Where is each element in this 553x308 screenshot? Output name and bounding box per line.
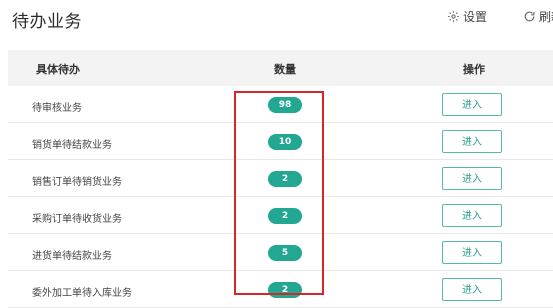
page-title: 待办业务 (12, 12, 82, 32)
settings-button[interactable]: 设置 (447, 6, 487, 26)
task-name: 进货单待结款业务 (32, 251, 112, 262)
gear-icon (447, 10, 460, 23)
task-name: 委外加工单待入库业务 (32, 288, 132, 299)
task-name: 待审核业务 (32, 103, 82, 114)
column-header-task: 具体待办 (36, 63, 80, 76)
header: 待办业务 设置 刷新 (0, 0, 553, 40)
table-row: 进货单待结款业务 5 进入 (8, 234, 553, 271)
enter-button[interactable]: 进入 (442, 241, 502, 264)
column-header-action: 操作 (463, 63, 485, 76)
count-badge: 2 (268, 208, 302, 224)
enter-button[interactable]: 进入 (442, 204, 502, 227)
table-header: 具体待办 数量 操作 (8, 50, 553, 86)
count-badge: 10 (268, 134, 302, 150)
refresh-button[interactable]: 刷新 (523, 6, 553, 26)
refresh-icon (523, 10, 536, 23)
table-row: 委外加工单待入库业务 2 进入 (8, 271, 553, 308)
column-header-count: 数量 (274, 63, 296, 76)
table-row: 销货单待结款业务 10 进入 (8, 123, 553, 160)
table-row: 采购订单待收货业务 2 进入 (8, 197, 553, 234)
todo-table: 具体待办 数量 操作 待审核业务 98 进入 销货单待结款业务 10 进入 销售… (8, 50, 553, 308)
refresh-label: 刷新 (539, 9, 553, 24)
enter-button[interactable]: 进入 (442, 167, 502, 190)
table-row: 待审核业务 98 进入 (8, 86, 553, 123)
task-name: 采购订单待收货业务 (32, 214, 122, 225)
count-badge: 5 (268, 245, 302, 261)
enter-button[interactable]: 进入 (442, 93, 502, 116)
table-row: 销售订单待销货业务 2 进入 (8, 160, 553, 197)
task-name: 销售订单待销货业务 (32, 177, 122, 188)
enter-button[interactable]: 进入 (442, 278, 502, 301)
task-name: 销货单待结款业务 (32, 140, 112, 151)
count-badge: 98 (268, 97, 302, 113)
enter-button[interactable]: 进入 (442, 130, 502, 153)
settings-label: 设置 (463, 9, 488, 24)
count-badge: 2 (268, 171, 302, 187)
